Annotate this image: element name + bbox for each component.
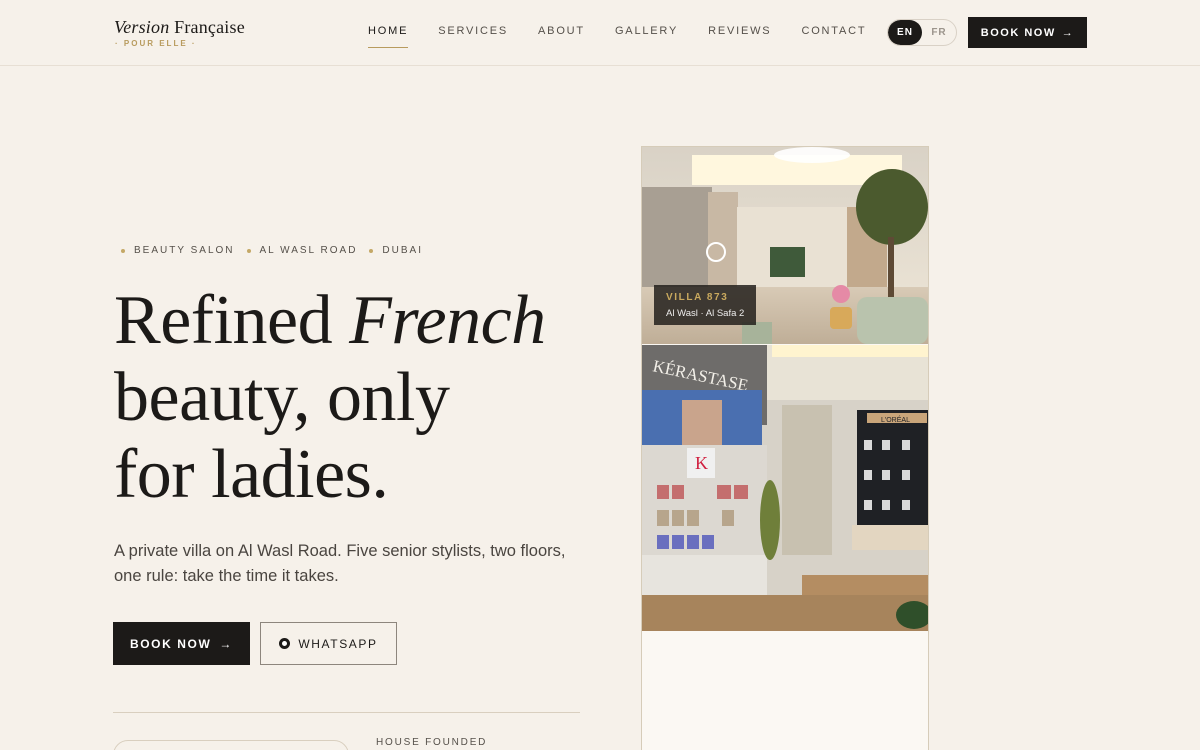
- lang-en-button[interactable]: EN: [888, 20, 922, 45]
- stat-pill: [113, 740, 349, 750]
- arrow-right-icon: →: [219, 636, 234, 651]
- divider: [113, 712, 580, 713]
- hero-gallery: VILLA 873 Al Wasl · Al Safa 2 KÉRASTASE …: [641, 146, 929, 750]
- headline-line-2: beauty, only: [114, 359, 450, 436]
- hero-lead: A private villa on Al Wasl Road. Five se…: [114, 542, 566, 585]
- house-founded-label: HOUSE FOUNDED: [376, 737, 488, 748]
- hero-tags: BEAUTY SALON AL WASL ROAD DUBAI: [121, 245, 435, 256]
- bullet-dot-icon: [246, 248, 251, 253]
- bullet-dot-icon: [121, 248, 125, 253]
- logo[interactable]: Version Française · POUR ELLE ·: [114, 17, 245, 48]
- logo-wordmark: Version Française: [114, 17, 245, 38]
- whatsapp-label: WHATSAPP: [298, 636, 378, 651]
- hero-book-now-label: BOOK NOW: [129, 636, 212, 651]
- whatsapp-icon: [279, 638, 291, 649]
- logo-tagline: · POUR ELLE ·: [115, 39, 197, 48]
- loreal-sign: L'ORÉAL: [881, 415, 910, 424]
- header-book-now-label: BOOK NOW: [980, 26, 1056, 39]
- arrow-right-icon: →: [1061, 26, 1075, 39]
- nav-about[interactable]: ABOUT: [538, 25, 585, 48]
- bullet-dot-icon: [369, 248, 374, 253]
- tag-item: AL WASL ROAD: [246, 245, 358, 256]
- tag-label: DUBAI: [382, 245, 423, 256]
- tag-label: BEAUTY SALON: [134, 245, 235, 256]
- tag-item: DUBAI: [369, 245, 423, 256]
- nav-contact[interactable]: CONTACT: [801, 25, 866, 48]
- logo-word-francaise: Française: [174, 17, 245, 37]
- nav-services[interactable]: SERVICES: [438, 25, 508, 48]
- main-nav: HOME SERVICES ABOUT GALLERY REVIEWS CONT…: [368, 25, 896, 48]
- location-caption: VILLA 873 Al Wasl · Al Safa 2: [654, 285, 757, 325]
- language-toggle: EN FR: [887, 19, 957, 46]
- logo-word-version: Version: [114, 17, 170, 37]
- retail-display-photo: KÉRASTASE K L'ORÉAL: [642, 345, 928, 631]
- k-logo-icon: K: [695, 453, 708, 473]
- headline-word: Refined: [114, 282, 333, 359]
- lang-fr-button[interactable]: FR: [922, 20, 956, 45]
- header-book-now-button[interactable]: BOOK NOW →: [968, 17, 1087, 48]
- nav-reviews[interactable]: REVIEWS: [708, 25, 771, 48]
- hero-book-now-button[interactable]: BOOK NOW →: [113, 622, 250, 665]
- whatsapp-button[interactable]: WHATSAPP: [260, 622, 397, 665]
- nav-gallery[interactable]: GALLERY: [615, 25, 678, 48]
- hero-headline: Refined French beauty, only for ladies.: [114, 282, 546, 513]
- caption-title: VILLA 873: [666, 292, 729, 303]
- nav-home[interactable]: HOME: [368, 25, 409, 48]
- site-header: Version Française · POUR ELLE · HOME SER…: [0, 0, 1200, 66]
- caption-subtitle: Al Wasl · Al Safa 2: [666, 308, 745, 319]
- tag-label: AL WASL ROAD: [259, 245, 358, 256]
- tag-item: BEAUTY SALON: [121, 245, 235, 256]
- headline-line-3: for ladies.: [114, 436, 389, 513]
- headline-italic-word: French: [349, 282, 546, 359]
